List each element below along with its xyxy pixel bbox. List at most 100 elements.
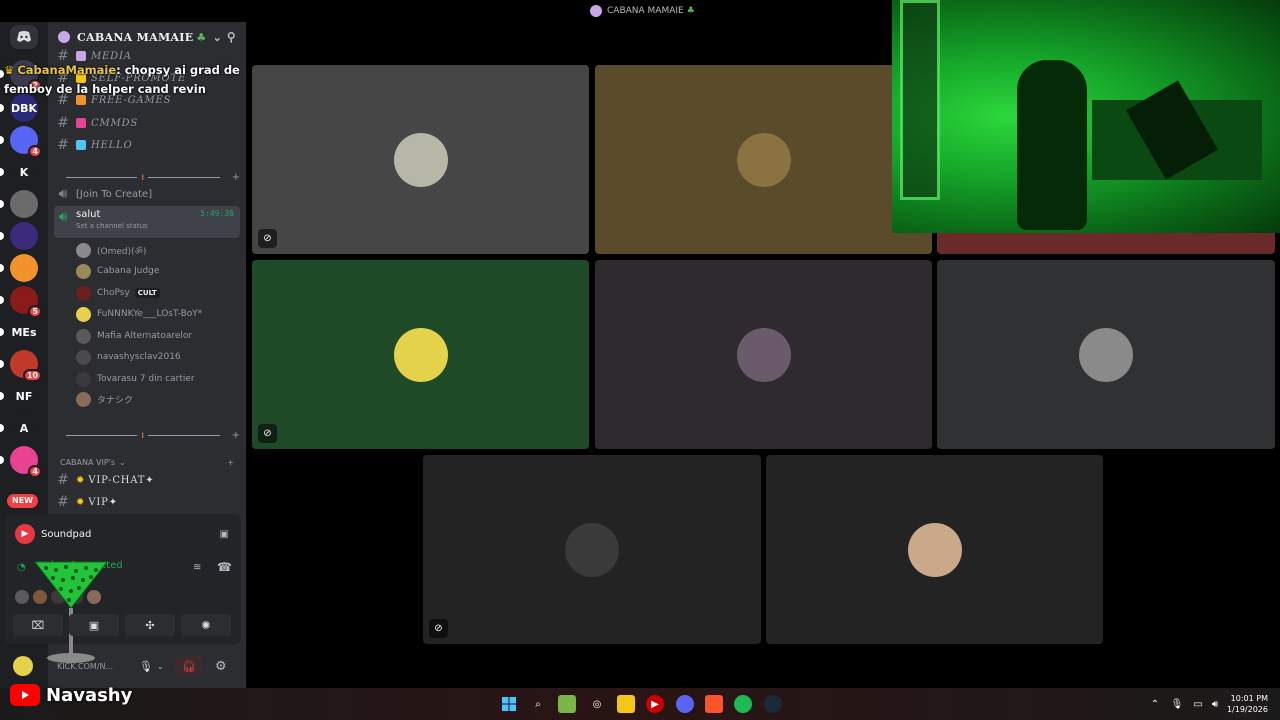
voice-channel-join-to-create[interactable]: 🔊︎ [Join To Create] xyxy=(54,184,240,204)
participant-tile[interactable] xyxy=(766,455,1103,644)
soundboard-button[interactable]: ✺ xyxy=(181,614,231,636)
voice-user[interactable]: Cabana Judge xyxy=(76,261,240,281)
noise-suppression-icon[interactable]: ≋ xyxy=(193,562,201,573)
vip-channel[interactable]: # ✹ VIP-CHAT✦ xyxy=(54,470,240,490)
text-channel[interactable]: # HELLO xyxy=(54,135,240,155)
media-player-icon[interactable]: ▶ xyxy=(646,695,664,713)
server-icon[interactable]: A xyxy=(10,414,38,442)
voice-user-name: Cabana Judge xyxy=(97,266,160,276)
participant-tile[interactable]: ⊘ xyxy=(252,260,589,449)
chevron-down-icon: ⌄ xyxy=(212,30,223,44)
soundpad-activity[interactable]: ▶ Soundpad ▣ xyxy=(5,514,241,554)
hash-icon: # xyxy=(57,115,69,131)
notepad-icon[interactable] xyxy=(558,695,576,713)
server-icon[interactable]: MEs xyxy=(10,318,38,346)
camera-off-button[interactable]: ⌧ xyxy=(13,614,63,636)
clock-date: 1/19/2026 xyxy=(1226,705,1268,714)
voice-user-name: (Omed)(ॐ) xyxy=(97,246,147,257)
channel-status[interactable]: Set a channel status xyxy=(76,222,240,230)
server-icon xyxy=(58,31,70,43)
avatar xyxy=(76,306,91,322)
play-icon: ▶ xyxy=(15,524,35,544)
server-icon[interactable]: K xyxy=(10,158,38,186)
microphone-icon[interactable]: 🎙︎ xyxy=(1168,695,1186,713)
avatar xyxy=(15,590,29,604)
avatar xyxy=(393,132,448,187)
server-icon[interactable] xyxy=(10,190,38,218)
unread-badge: 5 xyxy=(28,305,42,318)
add-channel-icon[interactable]: + xyxy=(232,430,240,441)
category-vip[interactable]: CABANA VIP's ⌄ + xyxy=(54,452,240,472)
avatar xyxy=(76,371,91,387)
volume-icon[interactable]: 🔊︎ xyxy=(1206,695,1224,713)
avatar xyxy=(907,522,962,577)
voice-user[interactable]: FuNNNKYe___LOsT-BoY* xyxy=(76,304,240,324)
chevron-down-icon[interactable]: ⌄ xyxy=(157,662,164,671)
participant-tile[interactable] xyxy=(937,260,1275,449)
discord-icon[interactable] xyxy=(676,695,694,713)
server-icon[interactable]: 4 xyxy=(10,126,42,158)
stream-chat-overlay: ♛ CabanaMamaie: chopsy ai grad de femboy … xyxy=(4,61,240,99)
add-channel-icon[interactable]: + xyxy=(232,172,240,183)
gear-icon[interactable]: ⚙ xyxy=(215,659,227,674)
channel-label: VIP-CHAT✦ xyxy=(88,474,155,486)
add-channel-icon[interactable]: + xyxy=(227,458,234,467)
deafen-icon[interactable]: 🎧︎ xyxy=(175,656,203,676)
server-icon[interactable] xyxy=(10,222,38,250)
server-icon[interactable]: 10 xyxy=(10,350,42,382)
voice-channel-salut[interactable]: 🔊︎ salut 5:49:38 Set a channel status xyxy=(54,206,240,238)
steam-icon[interactable] xyxy=(764,695,782,713)
participant-tile[interactable]: ⊘ xyxy=(252,65,589,254)
sun-icon: ✹ xyxy=(76,474,85,486)
text-channel[interactable]: # CMMDS xyxy=(54,113,240,133)
voice-user-name: Tovarasu 7 din cartier xyxy=(97,374,195,384)
voice-user[interactable]: (Omed)(ॐ) xyxy=(76,240,240,260)
display-icon[interactable]: ▭ xyxy=(1189,695,1207,713)
system-clock[interactable]: 10:01 PM 1/19/2026 xyxy=(1227,693,1268,715)
new-badge: NEW xyxy=(7,494,38,508)
signal-icon: ◔ xyxy=(17,562,26,573)
activities-button[interactable]: ✣ xyxy=(125,614,175,636)
server-icon[interactable]: NF xyxy=(10,382,38,410)
server-icon[interactable]: 5 xyxy=(10,286,42,318)
voice-user[interactable]: Mafia Alternatoarelor xyxy=(76,326,240,346)
role-tag: CULT xyxy=(134,288,160,298)
server-icon[interactable] xyxy=(10,254,38,282)
category-divider[interactable]: ı + xyxy=(62,428,240,442)
mic-muted-icon: ⊘ xyxy=(258,229,277,248)
avatar xyxy=(1079,327,1133,382)
browser-icon[interactable]: ◎ xyxy=(588,695,606,713)
avatar xyxy=(76,263,91,279)
windows-start-icon[interactable] xyxy=(500,695,518,713)
disconnect-icon[interactable]: ☎ xyxy=(217,560,232,574)
chevron-down-icon: ⌄ xyxy=(119,457,126,467)
category-divider[interactable]: ı + xyxy=(62,170,240,184)
server-icon[interactable]: 4 xyxy=(10,446,42,478)
hash-icon: # xyxy=(57,494,69,510)
participant-tile[interactable] xyxy=(595,65,932,254)
participant-tile[interactable]: ⊘ xyxy=(423,455,761,644)
vip-channel[interactable]: # ✹ VIP✦ xyxy=(54,492,240,512)
chevron-up-icon[interactable]: ⌃ xyxy=(1146,695,1164,713)
spotify-icon[interactable] xyxy=(734,695,752,713)
category-label: CABANA VIP's xyxy=(60,457,116,467)
voice-user[interactable]: タナシク xyxy=(76,389,240,409)
voice-user[interactable]: navashysclav2016 xyxy=(76,347,240,367)
brave-icon[interactable] xyxy=(705,695,723,713)
voice-user[interactable]: Tovarasu 7 din cartier xyxy=(76,369,240,389)
participant-tile[interactable] xyxy=(595,260,932,449)
screen-icon[interactable]: ▣ xyxy=(220,529,229,540)
invite-icon[interactable]: ⚲ xyxy=(227,30,236,44)
avatar xyxy=(76,349,91,365)
crown-icon: ♛ xyxy=(4,63,15,77)
screen-share-button[interactable]: ▣ xyxy=(69,614,119,636)
microphone-icon[interactable]: 🎙︎ xyxy=(139,660,153,673)
avatar[interactable] xyxy=(13,656,33,676)
soundboard-icon: ✺ xyxy=(201,618,211,632)
search-icon[interactable]: ⌕ xyxy=(529,695,547,713)
candle-icon: ı xyxy=(141,171,145,183)
voice-user[interactable]: ChoPsy CULT xyxy=(76,283,240,303)
voice-user-name: ChoPsy xyxy=(97,288,130,298)
file-explorer-icon[interactable] xyxy=(617,695,635,713)
discord-home-icon[interactable] xyxy=(10,25,38,49)
